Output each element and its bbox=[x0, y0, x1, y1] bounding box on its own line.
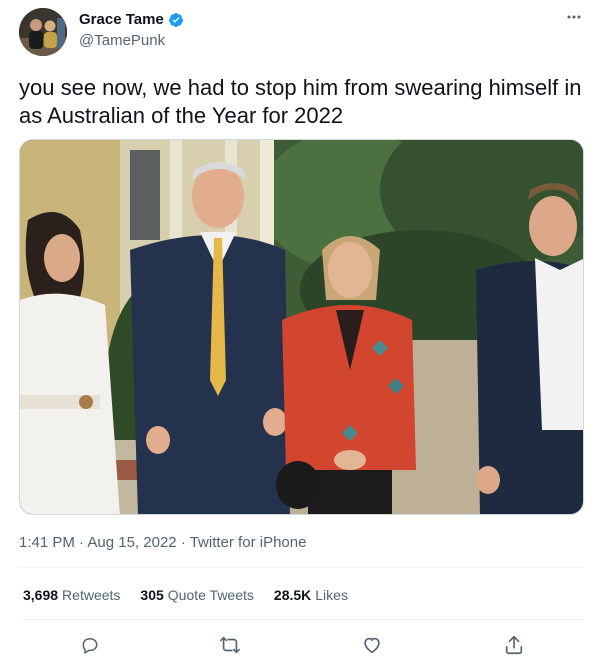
share-icon[interactable] bbox=[499, 630, 529, 660]
tweet-stats: 3,698 Retweets 305 Quote Tweets 28.5K Li… bbox=[23, 587, 348, 603]
tweet-text: you see now, we had to stop him from swe… bbox=[19, 75, 582, 128]
retweets-stat[interactable]: 3,698 Retweets bbox=[23, 587, 120, 603]
more-icon[interactable] bbox=[566, 9, 582, 30]
tweet-photo[interactable] bbox=[19, 139, 584, 515]
author-handle[interactable]: @TamePunk bbox=[79, 32, 165, 49]
quote-tweets-count: 305 bbox=[140, 587, 164, 603]
verified-badge-icon bbox=[168, 12, 184, 28]
tweet-time[interactable]: 1:41 PM bbox=[19, 534, 75, 551]
tweet-meta: 1:41 PM · Aug 15, 2022 · Twitter for iPh… bbox=[19, 534, 306, 551]
likes-stat[interactable]: 28.5K Likes bbox=[274, 587, 348, 603]
retweets-label: Retweets bbox=[62, 587, 121, 603]
avatar[interactable] bbox=[19, 8, 67, 56]
quote-tweets-label: Quote Tweets bbox=[167, 587, 254, 603]
reply-icon[interactable] bbox=[75, 630, 105, 660]
display-name[interactable]: Grace Tame bbox=[79, 11, 164, 28]
retweets-count: 3,698 bbox=[23, 587, 59, 603]
tweet-actions bbox=[19, 630, 584, 660]
author-name-row[interactable]: Grace Tame bbox=[79, 11, 184, 28]
quote-tweets-stat[interactable]: 305 Quote Tweets bbox=[140, 587, 254, 603]
tweet-card: Grace Tame @TamePunk you see now, we had… bbox=[0, 0, 598, 669]
divider bbox=[19, 567, 584, 568]
likes-label: Likes bbox=[315, 587, 348, 603]
tweet-source[interactable]: Twitter for iPhone bbox=[190, 534, 307, 551]
tweet-date[interactable]: Aug 15, 2022 bbox=[87, 534, 176, 551]
likes-count: 28.5K bbox=[273, 587, 312, 603]
retweet-icon[interactable] bbox=[215, 630, 245, 660]
divider bbox=[19, 619, 584, 620]
like-icon[interactable] bbox=[357, 630, 387, 660]
meta-separator: · bbox=[79, 534, 85, 551]
meta-separator: · bbox=[180, 534, 186, 551]
